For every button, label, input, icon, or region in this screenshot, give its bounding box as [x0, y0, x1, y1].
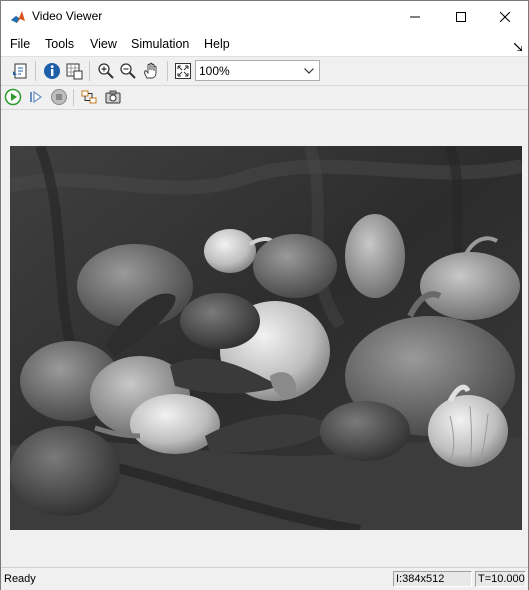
- status-ready-text: Ready: [4, 573, 36, 585]
- zoom-out-icon[interactable]: [118, 61, 138, 81]
- window-title: Video Viewer: [32, 9, 103, 23]
- image-size-readout: I:384x512: [393, 571, 472, 587]
- highlight-block-icon[interactable]: [79, 87, 99, 107]
- toolbar-separator: [73, 89, 74, 106]
- stop-icon[interactable]: [49, 87, 69, 107]
- pan-hand-icon[interactable]: [141, 61, 161, 81]
- menu-tools[interactable]: Tools: [45, 37, 74, 51]
- step-forward-icon[interactable]: [26, 87, 46, 107]
- main-toolbar: 100%: [1, 57, 528, 86]
- matlab-logo-icon: [10, 9, 26, 25]
- video-display-area[interactable]: [1, 110, 528, 566]
- fit-to-window-icon[interactable]: [173, 61, 193, 81]
- zoom-level-select[interactable]: 100%: [195, 60, 320, 81]
- dock-arrow-icon[interactable]: [513, 40, 523, 54]
- toolbar-separator: [167, 61, 168, 81]
- snapshot-camera-icon[interactable]: [103, 87, 123, 107]
- run-play-icon[interactable]: [3, 87, 23, 107]
- toolbar-separator: [35, 61, 36, 81]
- zoom-in-icon[interactable]: [96, 61, 116, 81]
- info-icon[interactable]: [42, 61, 62, 81]
- pixel-region-icon[interactable]: [64, 61, 84, 81]
- maximize-button[interactable]: [438, 1, 484, 32]
- close-button[interactable]: [482, 1, 528, 32]
- menu-file[interactable]: File: [10, 37, 30, 51]
- simulation-time-readout: T=10.000: [475, 571, 526, 587]
- chevron-down-icon: [304, 68, 314, 74]
- video-viewer-window: Video Viewer File Tools View Simulation …: [0, 0, 529, 590]
- minimize-button[interactable]: [392, 1, 438, 32]
- video-frame-image[interactable]: [10, 146, 522, 530]
- menu-view[interactable]: View: [90, 37, 117, 51]
- peppers-image: [10, 146, 522, 530]
- status-bar: Ready I:384x512 T=10.000: [1, 567, 528, 590]
- toolbar-separator: [89, 61, 90, 81]
- simulation-toolbar: [1, 86, 528, 110]
- menu-help[interactable]: Help: [204, 37, 230, 51]
- title-bar: Video Viewer: [1, 1, 528, 32]
- menu-simulation[interactable]: Simulation: [131, 37, 189, 51]
- print-to-figure-icon[interactable]: [11, 61, 31, 81]
- menu-bar: File Tools View Simulation Help: [1, 32, 528, 57]
- zoom-level-value: 100%: [199, 64, 230, 78]
